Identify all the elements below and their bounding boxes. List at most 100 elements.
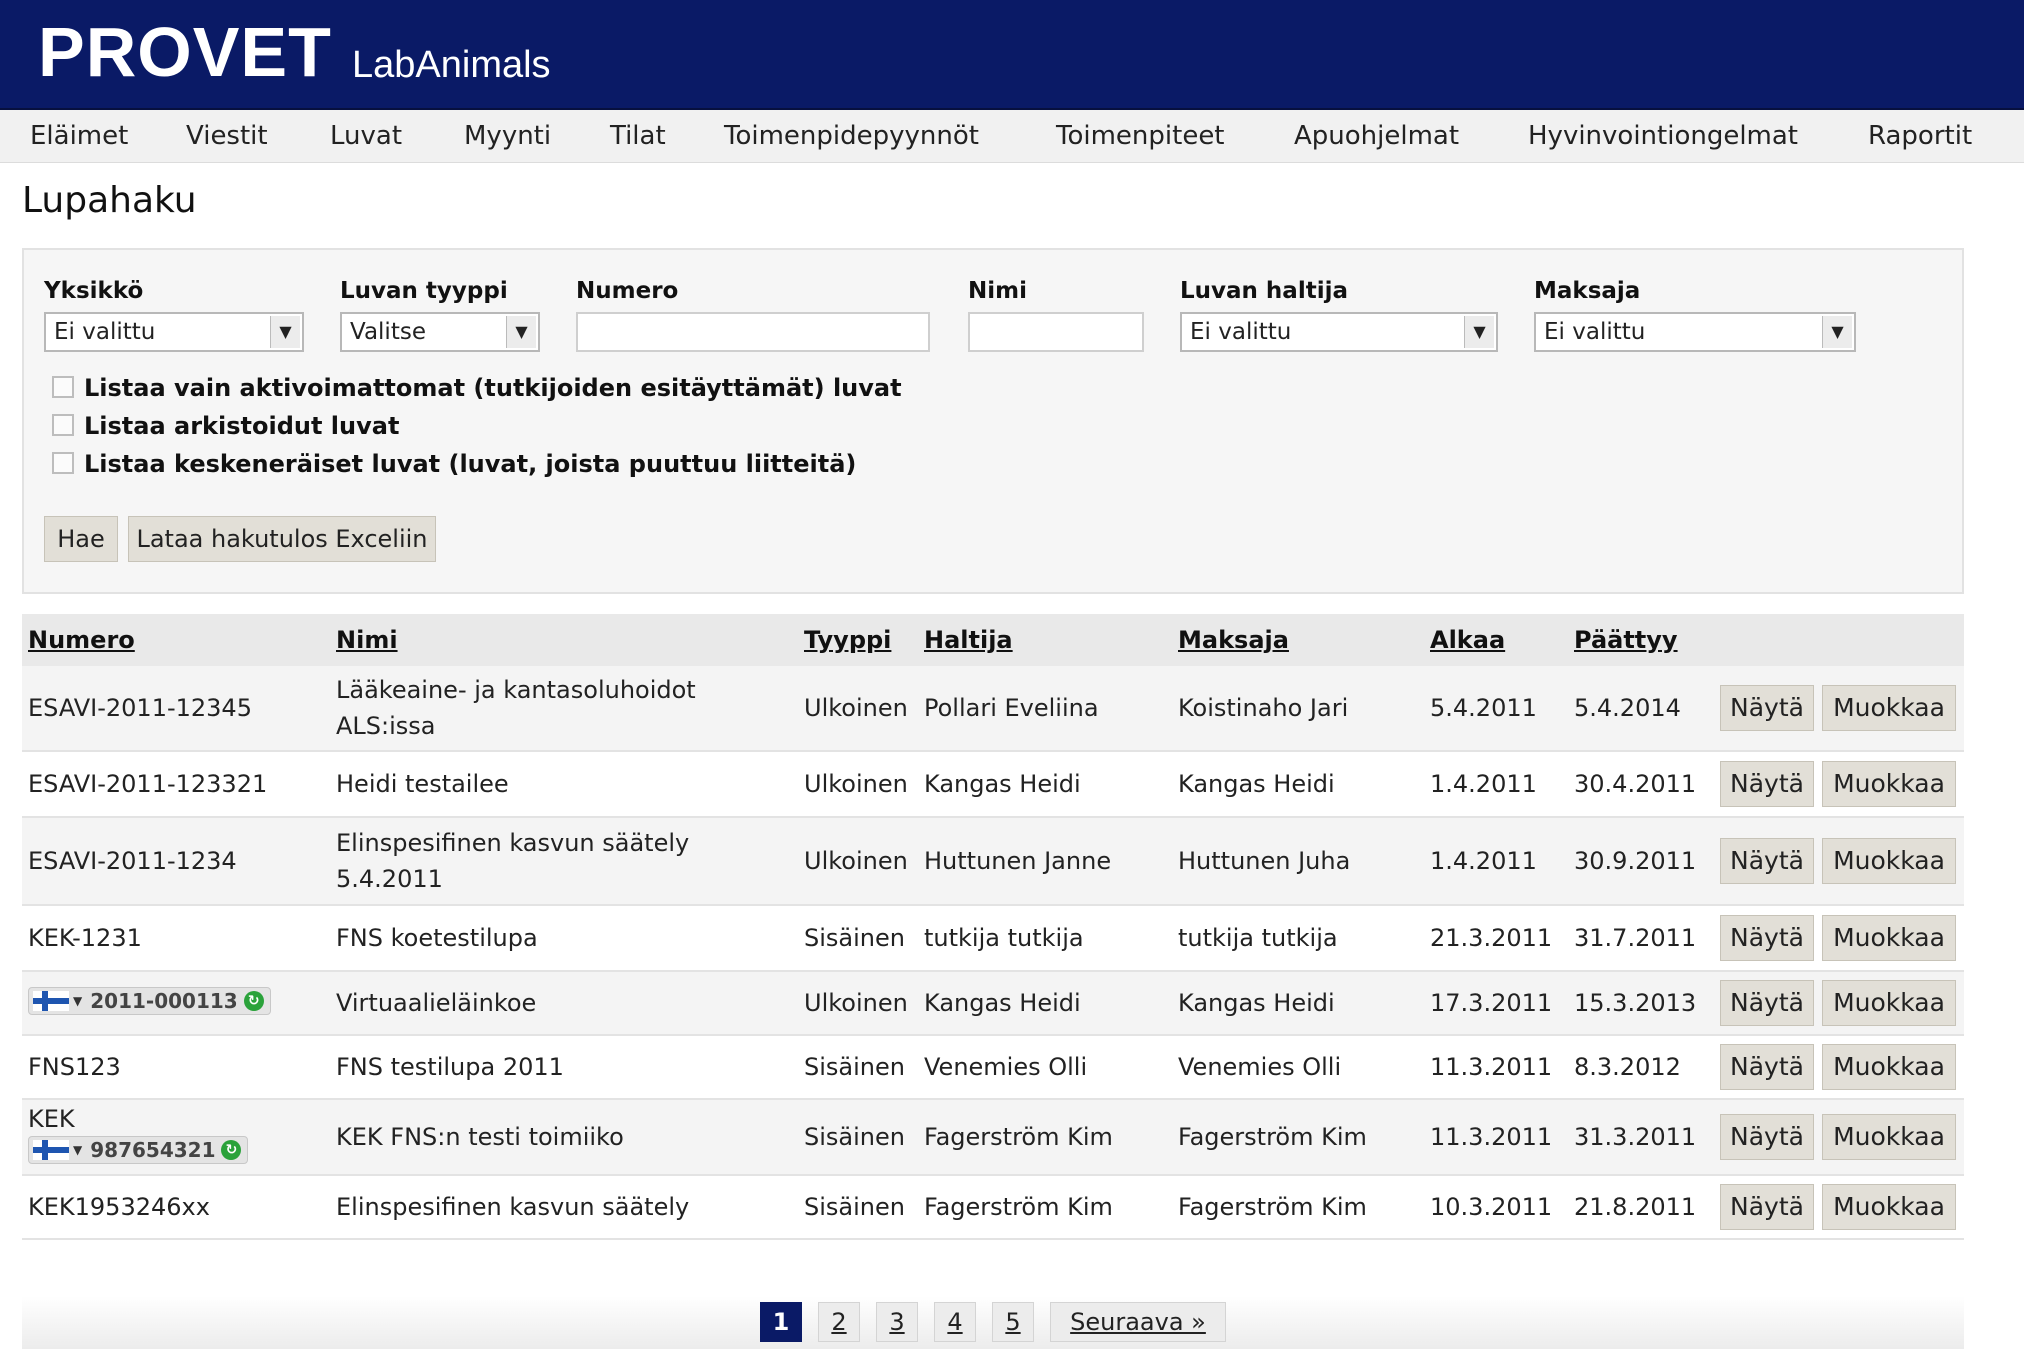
nav-item-myynti[interactable]: Myynti <box>464 110 551 162</box>
cell-tyyppi: Sisäinen <box>804 1123 905 1151</box>
cell-tyyppi: Ulkoinen <box>804 847 908 875</box>
cell-alkaa: 1.4.2011 <box>1430 770 1537 798</box>
cell-nimi: FNS koetestilupa <box>336 924 538 952</box>
table-row: ESAVI-2011-12345 Lääkeaine- ja kantasoluh… <box>22 666 1964 752</box>
numero-input[interactable] <box>576 312 930 352</box>
column-header-maksaja[interactable]: Maksaja <box>1178 614 1289 666</box>
checkbox-label: Listaa keskeneräiset luvat (luvat, joist… <box>84 450 857 478</box>
cell-nimi: Heidi testailee <box>336 770 509 798</box>
results-table-header: Numero Nimi Tyyppi Haltija Maksaja Alkaa… <box>22 614 1964 666</box>
column-header-tyyppi[interactable]: Tyyppi <box>804 614 891 666</box>
nav-item-luvat[interactable]: Luvat <box>330 110 402 162</box>
chevron-down-icon: ▼ <box>1464 316 1494 348</box>
checkbox-aktivoimattomat[interactable] <box>52 376 74 398</box>
nimi-input[interactable] <box>968 312 1144 352</box>
show-button[interactable]: Näytä <box>1720 1184 1814 1230</box>
ident-tag-number: 987654321 <box>90 1138 216 1162</box>
cell-tyyppi: Sisäinen <box>804 1053 905 1081</box>
cell-nimi: FNS testilupa 2011 <box>336 1053 564 1081</box>
edit-button[interactable]: Muokkaa <box>1822 838 1956 884</box>
show-button[interactable]: Näytä <box>1720 915 1814 961</box>
cell-haltija: Venemies Olli <box>924 1053 1088 1081</box>
cell-maksaja: Kangas Heidi <box>1178 770 1335 798</box>
show-button[interactable]: Näytä <box>1720 1044 1814 1090</box>
edit-button[interactable]: Muokkaa <box>1822 980 1956 1026</box>
cell-maksaja: Fagerström Kim <box>1178 1123 1367 1151</box>
cell-numero: ▼ 2011-000113 ↻ <box>28 985 271 1021</box>
column-header-paattyy[interactable]: Päättyy <box>1574 614 1678 666</box>
checkbox-keskeneraiset[interactable] <box>52 452 74 474</box>
page-link-5[interactable]: 5 <box>992 1302 1034 1342</box>
cell-maksaja: Venemies Olli <box>1178 1053 1342 1081</box>
column-header-alkaa[interactable]: Alkaa <box>1430 614 1505 666</box>
cell-paattyy: 31.3.2011 <box>1574 1123 1697 1151</box>
column-header-haltija[interactable]: Haltija <box>924 614 1013 666</box>
cell-numero: ESAVI-2011-12345 <box>28 694 252 722</box>
yksikko-select[interactable]: Ei valittu ▼ <box>44 312 304 352</box>
export-excel-button[interactable]: Lataa hakutulos Exceliin <box>128 516 436 562</box>
cell-maksaja: Huttunen Juha <box>1178 847 1351 875</box>
cell-numero: KEK-1231 <box>28 924 142 952</box>
chevron-down-icon: ▼ <box>270 316 300 348</box>
cell-nimi: Elinspesifinen kasvun säätely <box>336 1193 690 1221</box>
cell-numero: FNS123 <box>28 1053 121 1081</box>
cell-tyyppi: Sisäinen <box>804 924 905 952</box>
column-header-nimi[interactable]: Nimi <box>336 614 398 666</box>
tyyppi-select-value: Valitse <box>350 319 426 345</box>
nav-item-elaimet[interactable]: Eläimet <box>30 110 128 162</box>
page-link-1[interactable]: 1 <box>760 1302 802 1342</box>
filter-label-tyyppi: Luvan tyyppi <box>340 278 508 304</box>
tyyppi-select[interactable]: Valitse ▼ <box>340 312 540 352</box>
filter-label-numero: Numero <box>576 278 679 304</box>
show-button[interactable]: Näytä <box>1720 761 1814 807</box>
edit-button[interactable]: Muokkaa <box>1822 1044 1956 1090</box>
brand-logo[interactable]: PROVET <box>38 12 332 92</box>
nav-item-viestit[interactable]: Viestit <box>186 110 268 162</box>
cell-alkaa: 21.3.2011 <box>1430 924 1553 952</box>
search-button[interactable]: Hae <box>44 516 118 562</box>
refresh-icon: ↻ <box>221 1140 242 1160</box>
filter-label-nimi: Nimi <box>968 278 1027 304</box>
checkbox-arkistoidut[interactable] <box>52 414 74 436</box>
nav-item-tilat[interactable]: Tilat <box>610 110 666 162</box>
show-button[interactable]: Näytä <box>1720 1114 1814 1160</box>
cell-maksaja: Fagerström Kim <box>1178 1193 1367 1221</box>
haltija-select[interactable]: Ei valittu ▼ <box>1180 312 1498 352</box>
page-link-3[interactable]: 3 <box>876 1302 918 1342</box>
edit-button[interactable]: Muokkaa <box>1822 761 1956 807</box>
edit-button[interactable]: Muokkaa <box>1822 685 1956 731</box>
show-button[interactable]: Näytä <box>1720 685 1814 731</box>
finland-flag-icon <box>33 1140 69 1160</box>
show-button[interactable]: Näytä <box>1720 980 1814 1026</box>
nav-item-apuohjelmat[interactable]: Apuohjelmat <box>1294 110 1459 162</box>
column-header-numero[interactable]: Numero <box>28 614 135 666</box>
top-header: PROVET LabAnimals <box>0 0 2024 110</box>
edit-button[interactable]: Muokkaa <box>1822 1184 1956 1230</box>
maksaja-select-value: Ei valittu <box>1544 319 1646 345</box>
ident-tag[interactable]: ▼ 2011-000113 ↻ <box>28 987 271 1015</box>
ident-tag[interactable]: ▼ 987654321 ↻ <box>28 1136 249 1164</box>
nav-item-toimenpiteet[interactable]: Toimenpiteet <box>1056 110 1225 162</box>
cell-haltija: Huttunen Janne <box>924 847 1112 875</box>
page-link-2[interactable]: 2 <box>818 1302 860 1342</box>
main-nav: Eläimet Viestit Luvat Myynti Tilat Toime… <box>0 110 2024 163</box>
nav-item-toimenpidepyynnot[interactable]: Toimenpidepyynnöt <box>724 110 979 162</box>
table-row: KEK-1231 FNS koetestilupa Sisäinen tutkija … <box>22 906 1964 972</box>
cell-numero-text: KEK <box>28 1105 75 1133</box>
checkbox-label: Listaa vain aktivoimattomat (tutkijoiden… <box>84 374 902 402</box>
page-link-4[interactable]: 4 <box>934 1302 976 1342</box>
cell-numero: ESAVI-2011-123321 <box>28 770 268 798</box>
show-button[interactable]: Näytä <box>1720 838 1814 884</box>
edit-button[interactable]: Muokkaa <box>1822 1114 1956 1160</box>
nav-item-raportit[interactable]: Raportit <box>1868 110 1972 162</box>
cell-tyyppi: Ulkoinen <box>804 694 908 722</box>
maksaja-select[interactable]: Ei valittu ▼ <box>1534 312 1856 352</box>
edit-button[interactable]: Muokkaa <box>1822 915 1956 961</box>
filter-label-maksaja: Maksaja <box>1534 278 1641 304</box>
next-page-link[interactable]: Seuraava » <box>1050 1302 1226 1342</box>
cell-haltija: Kangas Heidi <box>924 770 1081 798</box>
cell-haltija: Pollari Eveliina <box>924 694 1099 722</box>
cell-alkaa: 5.4.2011 <box>1430 694 1537 722</box>
chevron-down-icon: ▼ <box>506 316 536 348</box>
nav-item-hyvinvointiongelmat[interactable]: Hyvinvointiongelmat <box>1528 110 1798 162</box>
